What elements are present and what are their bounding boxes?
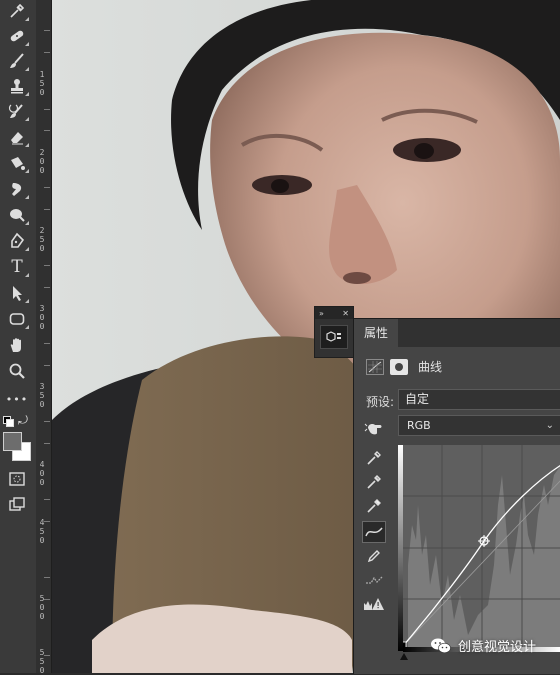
dock-titlebar[interactable]: » ✕ xyxy=(315,307,353,319)
ruler-label: 250 xyxy=(39,226,45,253)
path-selection-tool-icon[interactable] xyxy=(4,282,30,304)
dodge-tool-icon[interactable] xyxy=(4,204,30,226)
screen-mode-icon[interactable] xyxy=(4,494,30,516)
wechat-watermark: 创意视觉设计 xyxy=(430,636,536,655)
quick-mask-icon[interactable] xyxy=(4,468,30,490)
clipping-warning-icon[interactable] xyxy=(362,593,386,615)
type-tool-icon[interactable]: T xyxy=(4,256,30,278)
ruler-label: 400 xyxy=(39,460,45,487)
ruler-label: 150 xyxy=(39,70,45,97)
properties-icon xyxy=(326,331,341,342)
ruler-label: 300 xyxy=(39,304,45,331)
layer-mask-icon[interactable] xyxy=(390,359,408,375)
eraser-tool-icon[interactable] xyxy=(4,126,30,148)
properties-panel: 属性 曲线 预设: 自定 RGB ⌄ xyxy=(353,318,560,674)
tools-panel: T ••• ⤾ xyxy=(0,0,37,673)
preset-dropdown[interactable]: 自定 xyxy=(398,389,560,410)
on-image-adjust-icon[interactable] xyxy=(364,419,386,437)
swap-colors-icon[interactable]: ⤾ xyxy=(18,413,28,428)
rectangle-tool-icon[interactable] xyxy=(4,308,30,330)
more-tools-icon[interactable]: ••• xyxy=(4,388,30,410)
hand-tool-icon[interactable] xyxy=(4,334,30,356)
gray-point-eyedropper-icon[interactable] xyxy=(362,471,386,493)
chevron-down-icon: ⌄ xyxy=(545,420,554,431)
ruler-label: 550 xyxy=(39,648,45,675)
adjustment-title: 曲线 xyxy=(418,360,443,374)
healing-brush-tool-icon[interactable] xyxy=(4,25,30,47)
close-dock-icon[interactable]: ✕ xyxy=(342,309,349,318)
panel-tab-bar: 属性 xyxy=(354,319,560,347)
black-point-slider[interactable] xyxy=(400,653,408,660)
expand-panels-icon[interactable]: » xyxy=(319,309,324,318)
eyedropper-tool-icon[interactable] xyxy=(4,0,30,22)
brush-tool-icon[interactable] xyxy=(4,50,30,72)
curves-tools xyxy=(362,447,388,617)
default-colors-icon[interactable] xyxy=(3,416,14,427)
preset-label: 预设: xyxy=(366,395,395,409)
collapsed-panel-dock: » ✕ xyxy=(314,306,354,358)
wechat-icon xyxy=(431,638,451,653)
curves-adjustment-icon[interactable] xyxy=(366,359,384,375)
curves-graph[interactable] xyxy=(398,445,560,651)
draw-curve-pencil-icon[interactable] xyxy=(362,545,386,567)
foreground-color-swatch[interactable] xyxy=(3,432,22,451)
pen-tool-icon[interactable] xyxy=(4,230,30,252)
tab-properties[interactable]: 属性 xyxy=(354,319,398,347)
output-gradient-bar xyxy=(398,445,403,651)
properties-panel-button[interactable] xyxy=(320,325,348,349)
curves-histogram xyxy=(398,445,560,651)
ruler-label: 500 xyxy=(39,594,45,621)
channel-dropdown[interactable]: RGB ⌄ xyxy=(398,415,560,436)
ruler-label: 200 xyxy=(39,148,45,175)
vertical-ruler: 150 200 250 300 350 400 450 500 550 xyxy=(36,0,52,675)
smooth-curve-icon[interactable] xyxy=(362,569,386,591)
zoom-tool-icon[interactable] xyxy=(4,360,30,382)
clone-stamp-tool-icon[interactable] xyxy=(4,75,30,97)
channel-value: RGB xyxy=(407,419,431,432)
more-tools-glyph: ••• xyxy=(5,392,29,406)
white-point-eyedropper-icon[interactable] xyxy=(362,495,386,517)
adjustment-layer-icons xyxy=(366,359,408,375)
black-point-eyedropper-icon[interactable] xyxy=(362,447,386,469)
blur-tool-icon[interactable] xyxy=(4,178,30,200)
history-brush-tool-icon[interactable] xyxy=(4,100,30,122)
type-tool-glyph: T xyxy=(11,257,23,277)
ruler-label: 450 xyxy=(39,518,45,545)
gradient-tool-icon[interactable] xyxy=(4,152,30,174)
edit-points-curve-icon[interactable] xyxy=(362,521,386,543)
watermark-text: 创意视觉设计 xyxy=(458,640,537,655)
ruler-label: 350 xyxy=(39,382,45,409)
